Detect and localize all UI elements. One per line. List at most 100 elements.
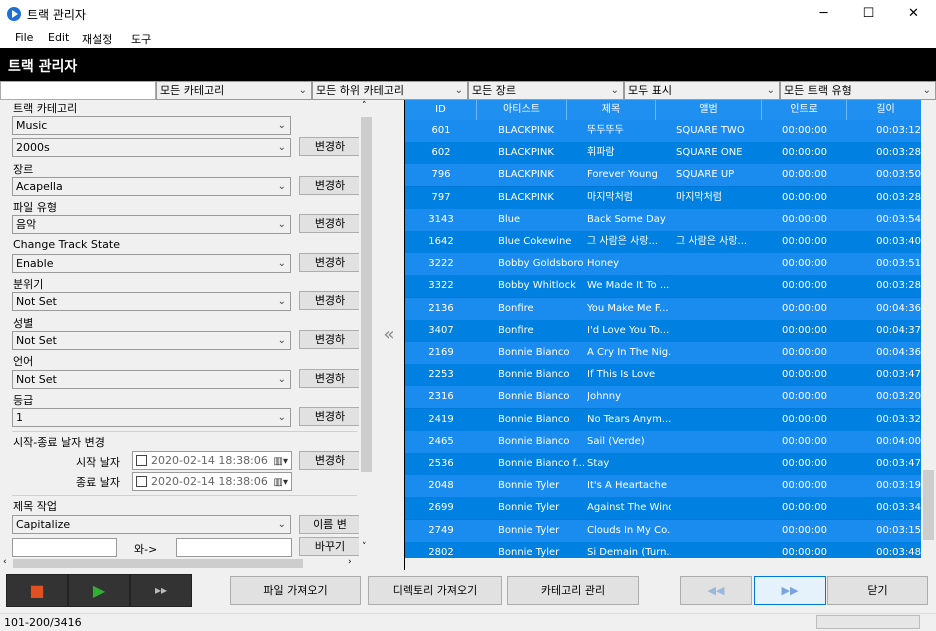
panel-horizontal-scrollbar[interactable]: ‹ › — [0, 557, 359, 570]
close-button[interactable]: 닫기 — [827, 576, 928, 605]
import-file-button[interactable]: 파일 가져오기 — [230, 576, 361, 605]
chevron-down-icon[interactable]: ˅ — [362, 542, 367, 552]
manage-category-button[interactable]: 카테고리 관리 — [507, 576, 639, 605]
column-header-intro[interactable]: 인트로 — [762, 100, 847, 120]
next-page-button[interactable]: ▶▶ — [754, 576, 826, 605]
filter-category[interactable]: 모든 카테고리 ⌄ — [156, 81, 312, 100]
replace-button[interactable]: 바꾸기 — [299, 537, 361, 556]
table-row[interactable]: 3322 Bobby Whitlock We Made It To ... 00:00… — [405, 275, 925, 298]
filetype-select[interactable]: 음악 ⌄ — [12, 215, 291, 234]
menu-edit[interactable]: Edit — [48, 31, 69, 44]
filter-subcategory[interactable]: 모든 하위 카테고리 ⌄ — [312, 81, 468, 100]
minimize-button[interactable]: ─ — [801, 0, 846, 28]
change-gender-button[interactable]: 변경하 — [299, 330, 361, 349]
previous-page-button[interactable]: ◀◀ — [680, 576, 752, 605]
table-row[interactable]: 602 BLACKPINK 휘파람 SQUARE ONE 00:00:00 00:03:2… — [405, 142, 925, 165]
chevron-left-icon[interactable]: ‹ — [3, 557, 7, 567]
start-date-picker[interactable]: 2020-02-14 18:38:06 ▥▾ — [132, 451, 292, 470]
import-directory-button[interactable]: 디렉토리 가져오기 — [368, 576, 502, 605]
table-row[interactable]: 601 BLACKPINK 뚜두뚜두 SQUARE TWO 00:00:00 00:03:… — [405, 120, 925, 142]
start-date-checkbox[interactable] — [136, 455, 147, 466]
table-row[interactable]: 2316 Bonnie Bianco Johnny 00:00:00 00:03:20 — [405, 386, 925, 409]
table-row[interactable]: 2465 Bonnie Bianco Sail (Verde) 00:00:00 00:… — [405, 430, 925, 453]
table-row[interactable]: 2419 Bonnie Bianco No Tears Anym... 00:00:0… — [405, 408, 925, 431]
table-row[interactable]: 2536 Bonnie Bianco f... Stay 00:00:00 00:03:… — [405, 453, 925, 475]
genre-select[interactable]: Acapella ⌄ — [12, 177, 291, 196]
mood-select[interactable]: Not Set ⌄ — [12, 292, 291, 311]
scrollbar-thumb[interactable] — [13, 559, 303, 568]
maximize-button[interactable]: ☐ — [846, 0, 891, 28]
scrollbar-thumb[interactable] — [361, 117, 372, 472]
table-row[interactable]: 3222 Bobby Goldsboro Honey 00:00:00 00:03:51 — [405, 253, 925, 276]
table-horizontal-scrollbar[interactable] — [405, 558, 936, 570]
cell-id: 796 — [431, 169, 451, 181]
table-row[interactable]: 2136 Bonfire You Make Me F... 00:00:00 00:04… — [405, 297, 925, 320]
cell-length: 00:03:40 — [876, 236, 921, 247]
filter-track-type[interactable]: 모든 트랙 유형 ⌄ — [780, 81, 936, 100]
table-row[interactable]: 3407 Bonfire I'd Love You To... 00:00:00 00:… — [405, 319, 925, 342]
cell-title: Stay — [587, 458, 610, 469]
title-operation-select[interactable]: Capitalize ⌄ — [12, 515, 291, 534]
column-header-album[interactable]: 앨범 — [656, 100, 762, 120]
table-row[interactable]: 2699 Bonnie Tyler Against The Wind 00:00:00… — [405, 497, 925, 520]
replace-text-input[interactable] — [176, 538, 292, 557]
table-row[interactable]: 2169 Bonnie Bianco A Cry In The Nig... 00:0… — [405, 342, 925, 364]
table-row[interactable]: 1642 Blue Cokewine 그 사람은 사랑... 그 사람은 사랑... 0… — [405, 231, 925, 253]
change-mood-button[interactable]: 변경하 — [299, 291, 361, 310]
with-label: 와-> — [134, 543, 158, 556]
filter-genre[interactable]: 모든 장르 ⌄ — [468, 81, 624, 100]
cell-artist: Bonfire — [498, 302, 534, 314]
column-header-id[interactable]: ID — [405, 100, 477, 120]
table-row[interactable]: 2048 Bonnie Tyler It's A Heartache 00:00:00… — [405, 475, 925, 498]
table-row[interactable]: 3143 Blue Back Some Day 00:00:00 00:03:54 — [405, 208, 925, 231]
track-table[interactable]: ID 아티스트 제목 앨범 인트로 길이 601 BLACKPINK 뚜두뚜두 SQU… — [404, 100, 936, 570]
menu-tools[interactable]: 도구 — [131, 31, 151, 47]
cell-id: 3143 — [428, 213, 454, 225]
change-genre-button[interactable]: 변경하 — [299, 176, 361, 195]
menu-file[interactable]: File — [15, 31, 33, 44]
table-row[interactable]: 2749 Bonnie Tyler Clouds In My Co... 00:00:… — [405, 519, 925, 542]
panel-vertical-scrollbar[interactable]: ˄ ˅ — [359, 100, 374, 558]
search-field[interactable] — [0, 81, 156, 100]
cell-id: 601 — [431, 125, 451, 136]
table-row[interactable]: 797 BLACKPINK 마지막처럼 마지막처럼 00:00:00 00:03:28 — [405, 186, 925, 209]
end-date-checkbox[interactable] — [136, 476, 147, 487]
cell-intro: 00:00:00 — [782, 280, 827, 292]
chevron-up-icon[interactable]: ˄ — [362, 101, 367, 111]
cell-title: Sail (Verde) — [587, 435, 645, 447]
change-language-button[interactable]: 변경하 — [299, 369, 361, 388]
play-button[interactable]: ▶ — [68, 574, 130, 607]
chevron-down-icon: ⌄ — [277, 519, 286, 530]
change-state-button[interactable]: 변경하 — [299, 253, 361, 272]
collapse-panel-button[interactable]: « — [374, 100, 404, 570]
change-grade-button[interactable]: 변경하 — [299, 407, 361, 426]
menu-reset[interactable]: 재설정 — [82, 31, 112, 47]
language-select[interactable]: Not Set ⌄ — [12, 370, 291, 389]
rename-button[interactable]: 이름 변 — [299, 515, 361, 534]
find-text-input[interactable] — [12, 538, 117, 557]
column-header-length[interactable]: 길이 — [847, 100, 925, 120]
change-category-button[interactable]: 변경하 — [299, 137, 361, 156]
category-select[interactable]: Music ⌄ — [12, 116, 291, 135]
calendar-icon[interactable]: ▥▾ — [274, 474, 288, 491]
calendar-icon[interactable]: ▥▾ — [274, 453, 288, 470]
filter-display[interactable]: 모두 표시 ⌄ — [624, 81, 780, 100]
gender-select[interactable]: Not Set ⌄ — [12, 331, 291, 350]
change-filetype-button[interactable]: 변경하 — [299, 214, 361, 233]
fast-forward-button[interactable]: ▸▸ — [130, 574, 192, 607]
stop-button[interactable]: ■ — [6, 574, 68, 607]
column-header-title[interactable]: 제목 — [567, 100, 656, 120]
close-window-button[interactable]: ✕ — [891, 0, 936, 28]
end-date-picker[interactable]: 2020-02-14 18:38:06 ▥▾ — [132, 472, 292, 491]
table-row[interactable]: 2253 Bonnie Bianco If This Is Love 00:00:00… — [405, 364, 925, 387]
subcategory-select[interactable]: 2000s ⌄ — [12, 138, 291, 157]
filter-bar: 모든 카테고리 ⌄ 모든 하위 카테고리 ⌄ 모든 장르 ⌄ 모두 표시 ⌄ 모든 트랙… — [0, 81, 936, 100]
column-header-artist[interactable]: 아티스트 — [477, 100, 567, 120]
grade-select[interactable]: 1 ⌄ — [12, 408, 291, 427]
table-vertical-scrollbar[interactable] — [921, 100, 936, 558]
chevron-right-icon[interactable]: › — [348, 557, 352, 567]
change-date-button[interactable]: 변경하 — [299, 451, 361, 470]
state-select[interactable]: Enable ⌄ — [12, 254, 291, 273]
table-row[interactable]: 796 BLACKPINK Forever Young SQUARE UP 00:00:… — [405, 164, 925, 187]
scrollbar-thumb[interactable] — [923, 470, 934, 540]
